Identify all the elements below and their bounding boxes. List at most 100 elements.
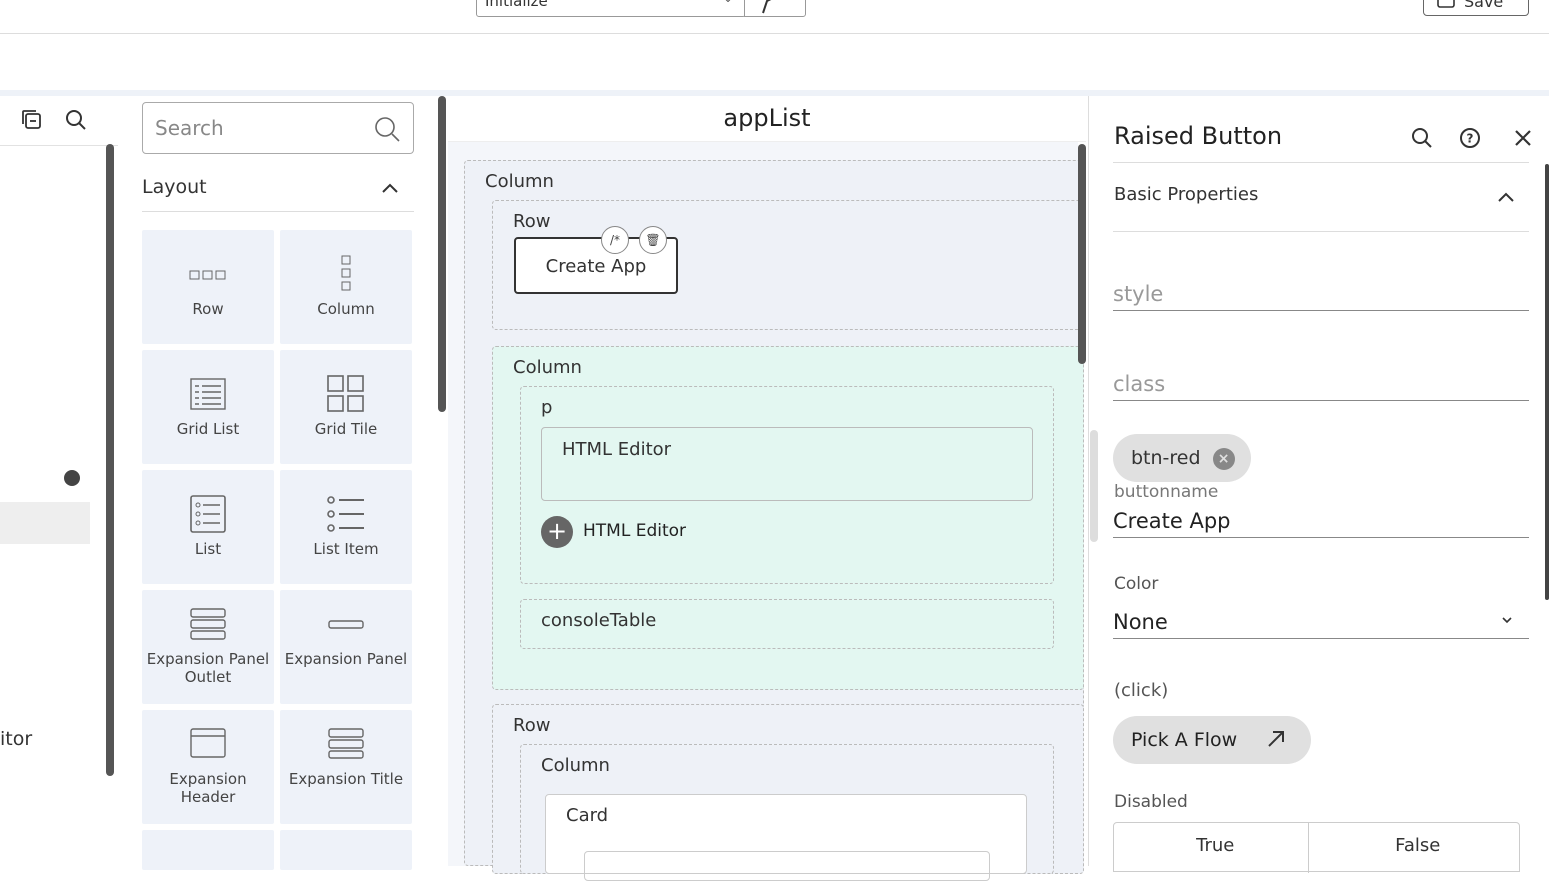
disabled-true-option[interactable]: True: [1114, 835, 1317, 856]
properties-scrollbar[interactable]: [1545, 164, 1549, 600]
block-label: p: [541, 397, 553, 418]
tile-list[interactable]: List: [142, 470, 274, 584]
properties-panel: Raised Button ? Basic Properties style c…: [1100, 96, 1549, 873]
chevron-up-icon: [382, 183, 398, 193]
search-icon: [375, 117, 400, 142]
expansion-panel-outlet-icon: [190, 608, 226, 640]
close-icon[interactable]: [1511, 126, 1535, 150]
left-panel: itor: [0, 96, 118, 866]
class-input[interactable]: class: [1113, 372, 1529, 401]
chevron-up-icon[interactable]: [1494, 186, 1518, 210]
page-title: appList: [448, 96, 1086, 142]
properties-title: Raised Button: [1114, 122, 1283, 150]
save-icon: [1437, 0, 1455, 8]
expansion-panel-icon: [328, 620, 364, 629]
tile-partial[interactable]: [142, 830, 274, 870]
block-label: Column: [541, 755, 610, 776]
splitter-handle[interactable]: [1090, 430, 1098, 542]
tile-expansion-panel-outlet[interactable]: Expansion Panel Outlet: [142, 590, 274, 704]
edit-button[interactable]: [744, 0, 806, 17]
search-placeholder: Search: [155, 116, 224, 140]
widgets-scrollbar[interactable]: [438, 96, 446, 412]
pick-a-flow-button[interactable]: Pick A Flow: [1113, 716, 1311, 764]
tile-label: Column: [317, 300, 375, 318]
block-label: Row: [513, 715, 551, 736]
block-label: Column: [485, 171, 554, 192]
copy-icon[interactable]: [20, 108, 44, 132]
edit-script-icon[interactable]: /*: [601, 226, 629, 254]
add-html-editor-label: HTML Editor: [583, 521, 687, 541]
tile-row[interactable]: Row: [142, 230, 274, 344]
tile-expansion-panel[interactable]: Expansion Panel: [280, 590, 412, 704]
layout-section-header[interactable]: Layout: [142, 166, 414, 212]
color-select[interactable]: None: [1113, 610, 1529, 639]
buttonname-input[interactable]: Create App: [1113, 509, 1529, 538]
left-panel-scrollbar[interactable]: [106, 144, 114, 776]
block-label: consoleTable: [541, 610, 657, 631]
canvas-scrollbar[interactable]: [1078, 144, 1086, 364]
tile-partial[interactable]: [280, 830, 412, 870]
help-icon[interactable]: ?: [1458, 126, 1482, 150]
disabled-toggle-group: True False: [1113, 822, 1520, 873]
step-select[interactable]: Initialize ⌄: [476, 0, 746, 17]
save-button[interactable]: Save: [1423, 0, 1529, 16]
plus-icon: +: [541, 516, 573, 548]
search-icon[interactable]: [64, 108, 88, 132]
disabled-false-option[interactable]: False: [1317, 835, 1520, 856]
tile-label: Expansion Panel Outlet: [146, 650, 270, 686]
chevron-down-icon: [1502, 617, 1512, 624]
step-select-value: Initialize: [485, 0, 548, 10]
tile-list-item[interactable]: List Item: [280, 470, 412, 584]
style-input[interactable]: style: [1113, 282, 1529, 311]
widget-search-input[interactable]: Search: [142, 102, 414, 154]
tile-label: Expansion Panel: [284, 650, 408, 668]
tile-label: Grid Tile: [314, 420, 378, 438]
divider: [1113, 162, 1529, 163]
status-dot: [64, 470, 80, 486]
trash-icon[interactable]: 🗑: [639, 226, 667, 254]
pick-a-flow-label: Pick A Flow: [1131, 729, 1238, 751]
tile-grid-list[interactable]: Grid List: [142, 350, 274, 464]
pen-icon: [762, 0, 772, 14]
secondary-bar: [0, 34, 1549, 90]
tile-column[interactable]: Column: [280, 230, 412, 344]
top-toolbar: Initialize ⌄ Save: [0, 0, 1549, 34]
html-editor-block[interactable]: HTML Editor: [541, 427, 1033, 501]
console-table-block[interactable]: consoleTable: [520, 599, 1054, 649]
card-block[interactable]: Card: [545, 794, 1027, 881]
search-icon[interactable]: [1410, 126, 1434, 150]
list-item-icon: [327, 496, 364, 532]
left-panel-header: [0, 96, 118, 146]
widgets-panel: Search Layout Row Column Grid List Grid …: [118, 96, 448, 870]
design-canvas: appList Column Row Create App /* 🗑 Colum…: [448, 96, 1088, 881]
tile-label: Expansion Header: [169, 770, 247, 806]
block-label: Card: [566, 805, 609, 826]
tree-item-label[interactable]: itor: [0, 728, 32, 750]
block-label: Row: [513, 211, 551, 232]
grid-tile-icon: [327, 375, 364, 412]
layout-section-title: Layout: [142, 176, 207, 198]
chevron-down-icon: ⌄: [723, 0, 733, 5]
card-inner-block[interactable]: [584, 851, 990, 881]
list-icon: [190, 495, 226, 533]
tile-grid-tile[interactable]: Grid Tile: [280, 350, 412, 464]
row-icon: [189, 270, 226, 280]
column-icon: [341, 255, 351, 291]
tile-label: List Item: [313, 540, 379, 558]
panel-splitter[interactable]: [1088, 96, 1100, 866]
arrow-up-right-icon: [1268, 731, 1284, 747]
svg-text:?: ?: [1467, 132, 1474, 146]
tile-expansion-title[interactable]: Expansion Title: [280, 710, 412, 824]
tile-label: Row: [192, 300, 224, 318]
disabled-label: Disabled: [1114, 792, 1188, 812]
basic-properties-header[interactable]: Basic Properties: [1114, 184, 1258, 205]
remove-chip-icon[interactable]: ×: [1212, 448, 1235, 470]
color-select-value: None: [1113, 610, 1168, 634]
tile-expansion-header[interactable]: Expansion Header: [142, 710, 274, 824]
buttonname-label: buttonname: [1114, 482, 1219, 502]
grid-list-icon: [190, 378, 226, 410]
divider: [1113, 231, 1529, 232]
click-label: (click): [1114, 680, 1169, 701]
selected-tree-item[interactable]: [0, 502, 90, 544]
class-chip[interactable]: btn-red ×: [1113, 434, 1251, 482]
